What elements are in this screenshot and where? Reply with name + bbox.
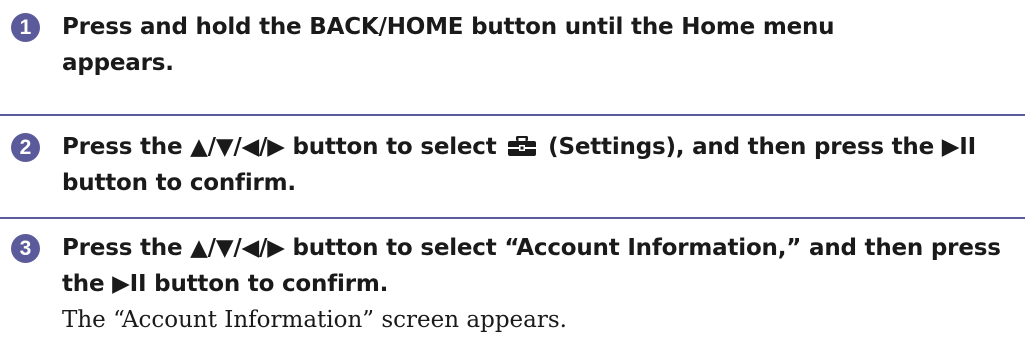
step-3: 3 Press the ▲/▼/◀/▶ button to select “Ac…	[0, 223, 1025, 355]
step-1-instruction: Press and hold the BACK/HOME button unti…	[62, 14, 835, 76]
step-number-badge: 1	[11, 13, 40, 42]
settings-toolbox-icon	[507, 136, 537, 156]
step-divider	[0, 114, 1025, 116]
step-2-text-before: Press the ▲/▼/◀/▶ button to select	[62, 134, 497, 160]
step-2: 2 Press the ▲/▼/◀/▶ button to select (Se…	[0, 120, 1025, 210]
step-2-instruction: Press the ▲/▼/◀/▶ button to select (Sett…	[62, 129, 982, 201]
step-number-badge: 3	[11, 234, 40, 263]
step-number-badge: 2	[11, 133, 40, 162]
step-3-result-text: The “Account Information” screen appears…	[62, 307, 567, 333]
step-1: 1 Press and hold the BACK/HOME button un…	[0, 0, 1025, 100]
step-divider	[0, 217, 1025, 219]
step-3-instruction: Press the ▲/▼/◀/▶ button to select “Acco…	[62, 235, 1001, 297]
